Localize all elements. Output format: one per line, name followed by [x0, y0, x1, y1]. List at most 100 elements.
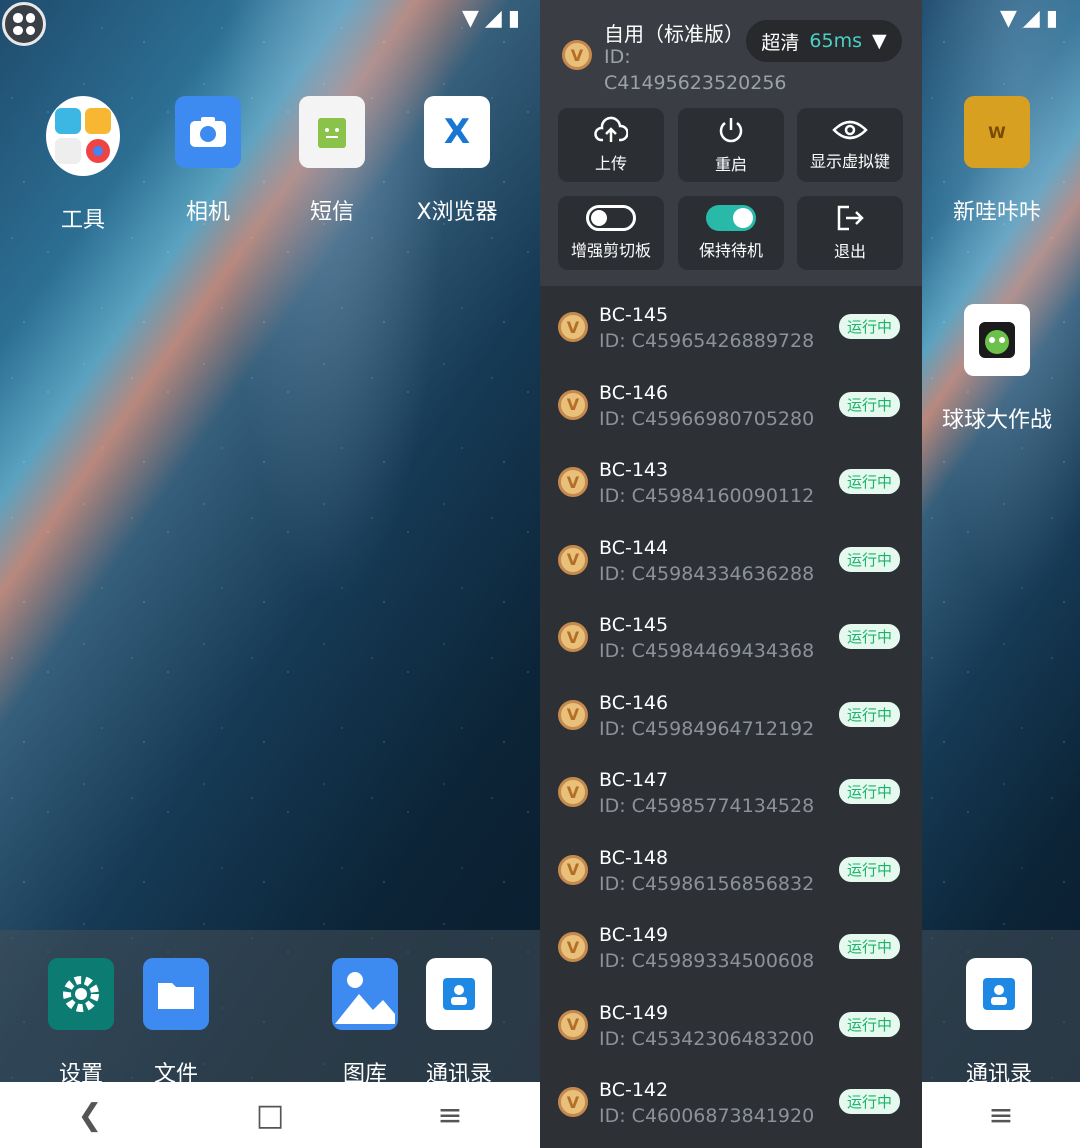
dock-contacts-right[interactable]: 通讯录: [944, 958, 1054, 1088]
device-row[interactable]: V BC-145 ID: C45984469434368 运行中: [540, 596, 922, 674]
quality-label: 超清: [761, 31, 800, 54]
back-icon[interactable]: ❮: [60, 1098, 120, 1133]
power-icon: [719, 118, 743, 143]
button-label: 上传: [594, 154, 627, 173]
vip-badge-icon: V: [558, 544, 588, 575]
device-name: BC-145: [599, 614, 669, 636]
status-badge: 运行中: [838, 314, 900, 339]
device-id: ID: C45965426889728: [599, 330, 815, 352]
device-row[interactable]: V BC-149 ID: C45989334500608 运行中: [540, 906, 922, 984]
dock-files[interactable]: 文件: [121, 958, 231, 1088]
quality-selector[interactable]: 超清 65ms ▼: [746, 20, 902, 62]
dock-settings[interactable]: 设置: [26, 958, 136, 1088]
device-name: BC-147: [599, 769, 669, 791]
enhance-clipboard-toggle[interactable]: 增强剪切板: [558, 196, 664, 270]
app-label: 短信: [309, 200, 354, 225]
exit-icon: [837, 205, 864, 231]
ball-game-icon: [964, 304, 1030, 376]
device-name: BC-145: [599, 304, 669, 326]
vip-badge-icon: V: [558, 389, 588, 420]
app-x-browser[interactable]: X X浏览器: [402, 96, 512, 226]
device-row[interactable]: V BC-147 ID: C45985774134528 运行中: [540, 751, 922, 829]
latency-value: 65ms: [809, 30, 862, 52]
vip-badge-icon: V: [558, 1009, 588, 1040]
status-badge: 运行中: [838, 469, 900, 494]
button-label: 重启: [714, 155, 747, 174]
vip-badge-icon: V: [558, 467, 588, 497]
x-browser-icon: X: [424, 96, 490, 168]
dock-contacts[interactable]: 通讯录: [404, 958, 514, 1088]
device-row[interactable]: V BC-146 ID: C45984964712192 运行中: [540, 674, 922, 752]
status-icons-left: ▼◢▮: [462, 6, 526, 31]
tools-folder-icon: [46, 96, 120, 176]
restart-button[interactable]: 重启: [678, 108, 784, 182]
device-row[interactable]: V BC-144 ID: C45984334636288 运行中: [540, 519, 922, 597]
device-row[interactable]: V BC-146 ID: C45966980705280 运行中: [540, 364, 922, 442]
device-row[interactable]: V BC-148 ID: C45986156856832 运行中: [540, 829, 922, 907]
nav-bar-left: ❮ □ ≡: [0, 1082, 540, 1148]
device-id: ID: C45966980705280: [599, 407, 815, 430]
vip-badge-icon: V: [558, 932, 588, 962]
device-name: BC-149: [599, 924, 669, 946]
button-label: 增强剪切板: [570, 241, 651, 260]
show-virtual-keys-button[interactable]: 显示虚拟键: [797, 108, 903, 182]
button-label: 显示虚拟键: [809, 152, 890, 171]
status-badge: 运行中: [838, 1089, 900, 1114]
device-id: ID: C45984334636288: [599, 562, 815, 585]
button-label: 保持待机: [698, 241, 763, 260]
app-camera[interactable]: 相机: [153, 96, 263, 226]
sms-icon: [299, 96, 365, 168]
exit-button[interactable]: 退出: [797, 196, 903, 270]
cloud-phone-panel: V 自用（标准版） ID: C41495623520256 超清 65ms ▼ …: [540, 0, 922, 1148]
app-wakaka[interactable]: W 新哇咔咔: [942, 96, 1052, 226]
device-name: BC-146: [599, 381, 669, 404]
menu-icon[interactable]: ≡: [971, 1098, 1031, 1133]
vip-badge-icon: V: [558, 854, 588, 885]
status-badge: 运行中: [838, 701, 900, 727]
app-sms[interactable]: 短信: [277, 96, 387, 226]
button-label: 退出: [833, 242, 866, 261]
status-badge: 运行中: [838, 934, 900, 959]
device-name: BC-143: [599, 459, 669, 481]
wakaka-icon: W: [964, 96, 1030, 168]
device-name: BC-148: [599, 846, 669, 869]
camera-icon: [175, 96, 241, 168]
vip-badge-icon: V: [558, 699, 588, 730]
contacts-icon: [966, 958, 1032, 1030]
app-label: 工具: [60, 208, 105, 233]
app-label: 新哇咔咔: [952, 200, 1041, 225]
device-id: ID: C45984160090112: [599, 485, 815, 507]
vip-badge-icon: V: [558, 622, 588, 652]
app-label: 相机: [185, 200, 230, 225]
settings-gear-icon: [48, 958, 114, 1030]
panel-device-id: ID: C41495623520256: [604, 46, 787, 94]
vip-badge-icon: V: [562, 40, 592, 70]
home-icon[interactable]: □: [240, 1098, 300, 1133]
device-id: ID: C45986156856832: [599, 872, 815, 895]
device-name: BC-144: [599, 536, 669, 559]
vip-badge-icon: V: [558, 777, 588, 807]
menu-icon[interactable]: ≡: [420, 1098, 480, 1133]
panel-title: 自用（标准版）: [604, 22, 744, 46]
status-badge: 运行中: [838, 1011, 900, 1037]
app-tools[interactable]: 工具: [28, 96, 138, 234]
device-name: BC-146: [599, 691, 669, 714]
upload-button[interactable]: 上传: [558, 108, 664, 182]
device-row[interactable]: V BC-143 ID: C45984160090112 运行中: [540, 441, 922, 519]
device-id: ID: C45985774134528: [599, 795, 815, 817]
app-label: 球球大作战: [942, 408, 1053, 433]
app-ball-game[interactable]: 球球大作战: [942, 304, 1052, 434]
status-badge: 运行中: [838, 856, 900, 882]
status-icons-right: ▼◢▮: [1000, 6, 1064, 31]
folder-icon: [143, 958, 209, 1030]
vip-badge-icon: V: [558, 312, 588, 342]
device-row[interactable]: V BC-145 ID: C45965426889728 运行中: [540, 286, 922, 364]
status-badge: 运行中: [838, 546, 900, 572]
device-row[interactable]: V BC-149 ID: C45342306483200 运行中: [540, 984, 922, 1062]
chevron-down-icon: ▼: [871, 30, 887, 52]
toggle-off-icon: [586, 205, 636, 231]
device-row[interactable]: V BC-142 ID: C46006873841920 运行中: [540, 1061, 922, 1139]
panel-header: V 自用（标准版） ID: C41495623520256 超清 65ms ▼ …: [540, 0, 922, 286]
floating-menu-button[interactable]: [2, 2, 46, 46]
keep-standby-toggle[interactable]: 保持待机: [678, 196, 784, 270]
